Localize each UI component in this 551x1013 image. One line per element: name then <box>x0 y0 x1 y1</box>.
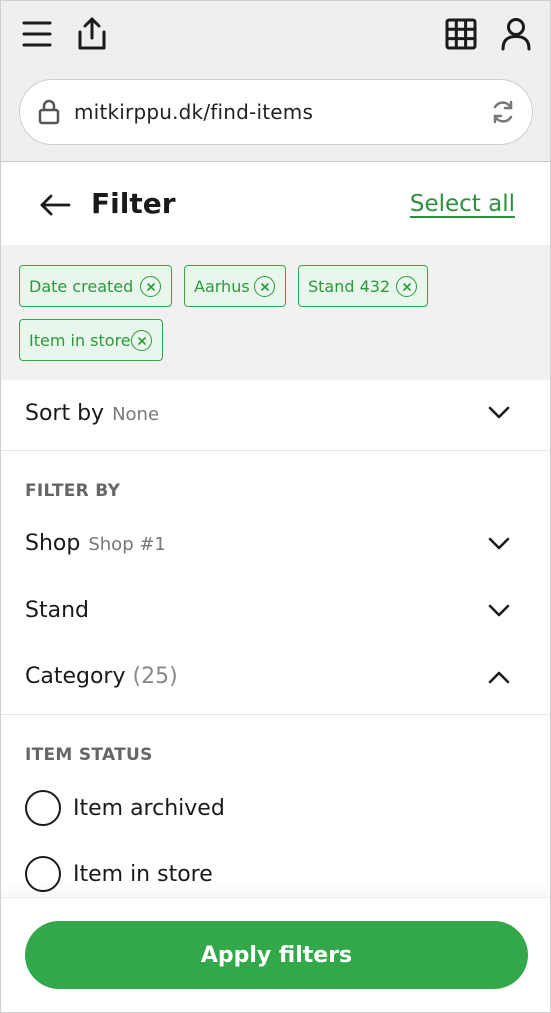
share-icon[interactable] <box>74 15 110 53</box>
stand-label: Stand <box>25 598 89 623</box>
status-option-label: Item in store <box>73 862 213 887</box>
close-icon[interactable] <box>131 330 152 351</box>
chip-stand-432[interactable]: Stand 432 <box>298 265 428 307</box>
url-text[interactable]: mitkirppu.dk/find-items <box>74 100 313 124</box>
close-icon[interactable] <box>140 276 161 297</box>
chip-label: Stand 432 <box>308 276 391 296</box>
radio-button[interactable] <box>25 790 61 826</box>
bottom-action-bar: Apply filters <box>1 897 550 1012</box>
browser-chrome: mitkirppu.dk/find-items <box>1 1 550 162</box>
url-bar[interactable]: mitkirppu.dk/find-items <box>19 79 533 145</box>
menu-icon[interactable] <box>21 17 53 51</box>
chevron-down-icon[interactable] <box>488 536 510 555</box>
category-label: Category (25) <box>25 664 178 689</box>
close-icon[interactable] <box>254 276 275 297</box>
category-text: Category <box>25 664 126 689</box>
shop-text: Shop <box>25 531 81 556</box>
active-filter-chips: Date created Aarhus Stand 432 Item in st… <box>1 245 550 380</box>
chip-aarhus[interactable]: Aarhus <box>184 265 286 307</box>
sort-by-text: Sort by <box>25 401 105 426</box>
close-icon[interactable] <box>396 276 417 297</box>
divider <box>1 714 550 715</box>
status-option-label: Item archived <box>73 796 225 821</box>
chip-label: Aarhus <box>194 276 250 296</box>
divider <box>1 450 550 451</box>
lock-icon <box>38 99 60 125</box>
app-frame: mitkirppu.dk/find-items Filter Select al… <box>0 0 551 1013</box>
sort-by-value: None <box>112 404 160 425</box>
apply-filters-button[interactable]: Apply filters <box>25 921 528 989</box>
chevron-down-icon[interactable] <box>488 405 510 424</box>
user-icon[interactable] <box>499 15 533 53</box>
chevron-down-icon[interactable] <box>488 603 510 622</box>
item-status-heading: ITEM STATUS <box>25 745 153 765</box>
sort-by-label: Sort by None <box>25 401 159 426</box>
chip-label: Date created <box>29 276 134 296</box>
filter-header: Filter Select all <box>1 163 550 245</box>
chip-date-created[interactable]: Date created <box>19 265 172 307</box>
radio-button[interactable] <box>25 856 61 892</box>
shop-label: Shop Shop #1 <box>25 531 166 556</box>
back-arrow-icon[interactable] <box>37 191 73 219</box>
chip-item-in-store[interactable]: Item in store <box>19 319 163 361</box>
grid-icon[interactable] <box>444 17 478 51</box>
chevron-up-icon[interactable] <box>488 669 510 688</box>
filter-by-heading: FILTER BY <box>25 481 121 501</box>
select-all-link[interactable]: Select all <box>410 191 515 217</box>
shop-value: Shop #1 <box>88 534 166 555</box>
chip-label: Item in store <box>29 330 131 350</box>
category-count: (25) <box>132 664 178 689</box>
reload-icon[interactable] <box>490 99 516 125</box>
page-title: Filter <box>91 187 176 220</box>
